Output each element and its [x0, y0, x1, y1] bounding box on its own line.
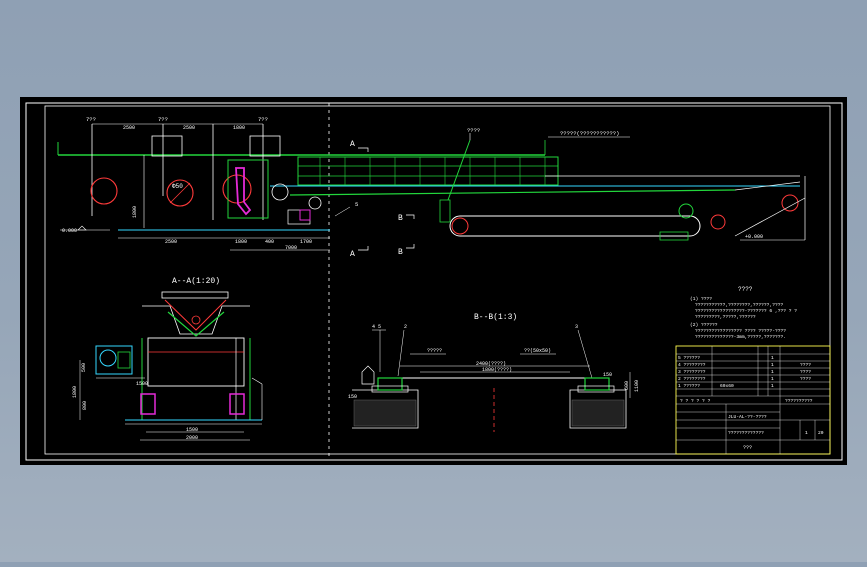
notes-line-3: ?????????,?????,?????? [695, 314, 756, 320]
tb-part-3: 2 ???????? [678, 376, 706, 382]
elev-dim-bottom-1: 1800 [235, 239, 247, 245]
b-callout-1: 2 [404, 324, 407, 330]
b-dim-0: 150 [348, 394, 357, 400]
a-dim-3: 1500 [136, 381, 148, 387]
tb-spec-1: ???? [800, 369, 811, 375]
notes-line-4: (2) ?????? [690, 322, 718, 328]
tb-part-0: 5 ?????? [678, 355, 700, 361]
tb-drawing-no: JLU-AL-??-???? [728, 414, 767, 420]
tb-header-code: ? ? ? ? ? ? [680, 398, 711, 404]
b-label-1: ??(50x50) [524, 348, 551, 354]
tb-company: ?????????? [785, 398, 813, 404]
section-a-top: A [350, 140, 355, 149]
elev-callout-2: ?????(???????????) [560, 130, 619, 137]
b-callout-2: 3 [575, 324, 578, 330]
tb-spec-2: ???? [800, 376, 811, 382]
tb-part-1: 4 ???????? [678, 362, 706, 368]
a-dim-0: 500 [81, 363, 87, 372]
tb-part-2: 3 ???????? [678, 369, 706, 375]
b-left-hatch [353, 399, 417, 427]
section-b-title: B--B(1:3) [474, 313, 517, 322]
elev-dim-bottom-3: 1700 [300, 239, 312, 245]
elev-top-label-1: 7?? [158, 116, 168, 123]
notes-line-5: ????????????????? ???? ?????-???? [695, 328, 786, 334]
tb-qty-2: 1 [771, 369, 774, 375]
elev-dim-top-2: 1800 [233, 125, 245, 131]
elev-callout-3: 5 [355, 201, 358, 208]
b-dim-2: 600 [624, 381, 630, 390]
elev-callout-1: ???? [467, 127, 480, 134]
section-a-title: A--A(1:20) [172, 277, 220, 286]
drawing-canvas [20, 97, 847, 465]
b-label-3: 1800(????) [482, 367, 512, 373]
notes-line-1: ???????????,????????,??????,???? [695, 302, 783, 308]
elev-right-level: +0.000 [745, 234, 763, 240]
elev-dim-top-1: 2500 [183, 125, 195, 131]
a-dim-5: 2000 [186, 435, 198, 441]
section-a-bottom: A [350, 250, 355, 259]
b-label-0: ????? [427, 348, 442, 354]
notes-title: ???? [738, 286, 753, 293]
notes-line-0: (1) ???? [690, 296, 712, 302]
a-dim-1: 1800 [72, 386, 78, 398]
tb-qty-3: 1 [771, 376, 774, 382]
elev-top-label-0: 7?? [86, 116, 96, 123]
tb-spec-0: ???? [800, 362, 811, 368]
a-dim-4: 1500 [186, 427, 198, 433]
section-b-bottom: B [398, 248, 403, 257]
tb-sheet: 1 [805, 430, 808, 436]
cad-viewport: Φ50 7?? 7?? 7?? 2500 2500 1800 1800 0.00… [0, 0, 867, 562]
elev-dim-bottom-2: 400 [265, 239, 274, 245]
circle-b-label: Φ50 [172, 183, 183, 190]
elev-dim-total: 7000 [285, 245, 297, 251]
tb-part-4: 1 ?????? [678, 383, 700, 389]
b-dim-3: 1100 [634, 380, 640, 392]
notes-line-2: ??????????????????-??????? 6 ,??? ? ? [695, 308, 797, 314]
b-callout-0: 4 5 [372, 324, 381, 330]
tb-qty-0: 1 [771, 355, 774, 361]
b-right-hatch [571, 399, 625, 427]
tb-name: ????????????? [728, 430, 764, 436]
tb-qty-1: 1 [771, 362, 774, 368]
b-dim-1: 150 [603, 372, 612, 378]
tb-qty-4: 1 [771, 383, 774, 389]
section-b-top: B [398, 214, 403, 223]
tb-part-note: 60x60 [720, 383, 734, 389]
elev-dim-top-0: 2500 [123, 125, 135, 131]
a-dim-2: 800 [82, 401, 88, 410]
elev-dim-bottom-0: 2500 [165, 239, 177, 245]
cad-drawing[interactable]: Φ50 7?? 7?? 7?? 2500 2500 1800 1800 0.00… [0, 0, 867, 562]
notes-line-6: ??????????????-3mm,?????,???????. [695, 334, 786, 340]
elev-top-label-2: 7?? [258, 116, 268, 123]
tb-scale: 20 [818, 430, 824, 436]
tb-footer: ??? [743, 445, 752, 451]
elev-left-level: 0.000 [62, 228, 77, 234]
elev-left-height: 1800 [132, 206, 138, 218]
